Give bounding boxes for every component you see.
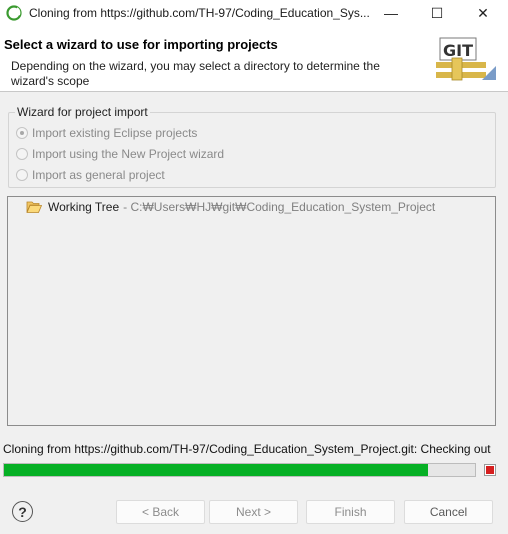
status-text: Cloning from https://github.com/TH-97/Co… <box>3 442 491 456</box>
radio-label: Import using the New Project wizard <box>32 147 225 161</box>
radio-new-project-wizard[interactable]: Import using the New Project wizard <box>16 146 224 162</box>
finish-button[interactable]: Finish <box>306 500 395 524</box>
stop-icon <box>486 466 494 474</box>
wizard-options-group: Wizard for project import Import existin… <box>8 105 496 188</box>
radio-label: Import existing Eclipse projects <box>32 126 198 140</box>
radio-indicator <box>16 127 28 139</box>
cancel-button[interactable]: Cancel <box>404 500 493 524</box>
wizard-header: Select a wizard to use for importing pro… <box>0 26 508 92</box>
minimize-button[interactable]: — <box>368 0 414 26</box>
minimize-icon: — <box>384 5 398 21</box>
project-tree[interactable]: Working Tree - C:₩Users₩HJ₩git₩Coding_Ed… <box>7 196 496 426</box>
maximize-icon: ☐ <box>430 4 444 21</box>
radio-indicator <box>16 148 28 160</box>
title-bar: Cloning from https://github.com/TH-97/Co… <box>0 0 508 26</box>
window-title: Cloning from https://github.com/TH-97/Co… <box>29 6 370 20</box>
close-icon: ✕ <box>477 4 489 21</box>
folder-open-icon <box>26 201 42 213</box>
progress-bar <box>3 463 476 477</box>
help-button[interactable]: ? <box>12 501 33 522</box>
back-button[interactable]: < Back <box>116 500 205 524</box>
group-label: Wizard for project import <box>15 105 150 119</box>
git-banner-text: GIT <box>443 41 473 60</box>
radio-indicator <box>16 169 28 181</box>
tree-item-path: - C:₩Users₩HJ₩git₩Coding_Education_Syste… <box>123 200 436 214</box>
tree-item-working-tree[interactable]: Working Tree - C:₩Users₩HJ₩git₩Coding_Ed… <box>26 199 435 215</box>
next-button[interactable]: Next > <box>209 500 298 524</box>
maximize-button[interactable]: ☐ <box>414 0 460 26</box>
help-icon: ? <box>18 503 27 520</box>
close-button[interactable]: ✕ <box>460 0 506 26</box>
progress-fill <box>4 464 428 476</box>
eclipse-egit-icon <box>6 5 22 21</box>
page-description: Depending on the wizard, you may select … <box>11 59 380 88</box>
stop-button[interactable] <box>484 464 496 476</box>
radio-label: Import as general project <box>32 168 165 182</box>
tree-item-name: Working Tree <box>48 200 120 214</box>
git-logo-icon: GIT <box>436 37 496 81</box>
radio-general-project[interactable]: Import as general project <box>16 167 165 183</box>
page-title: Select a wizard to use for importing pro… <box>4 37 278 52</box>
radio-import-existing[interactable]: Import existing Eclipse projects <box>16 125 197 141</box>
